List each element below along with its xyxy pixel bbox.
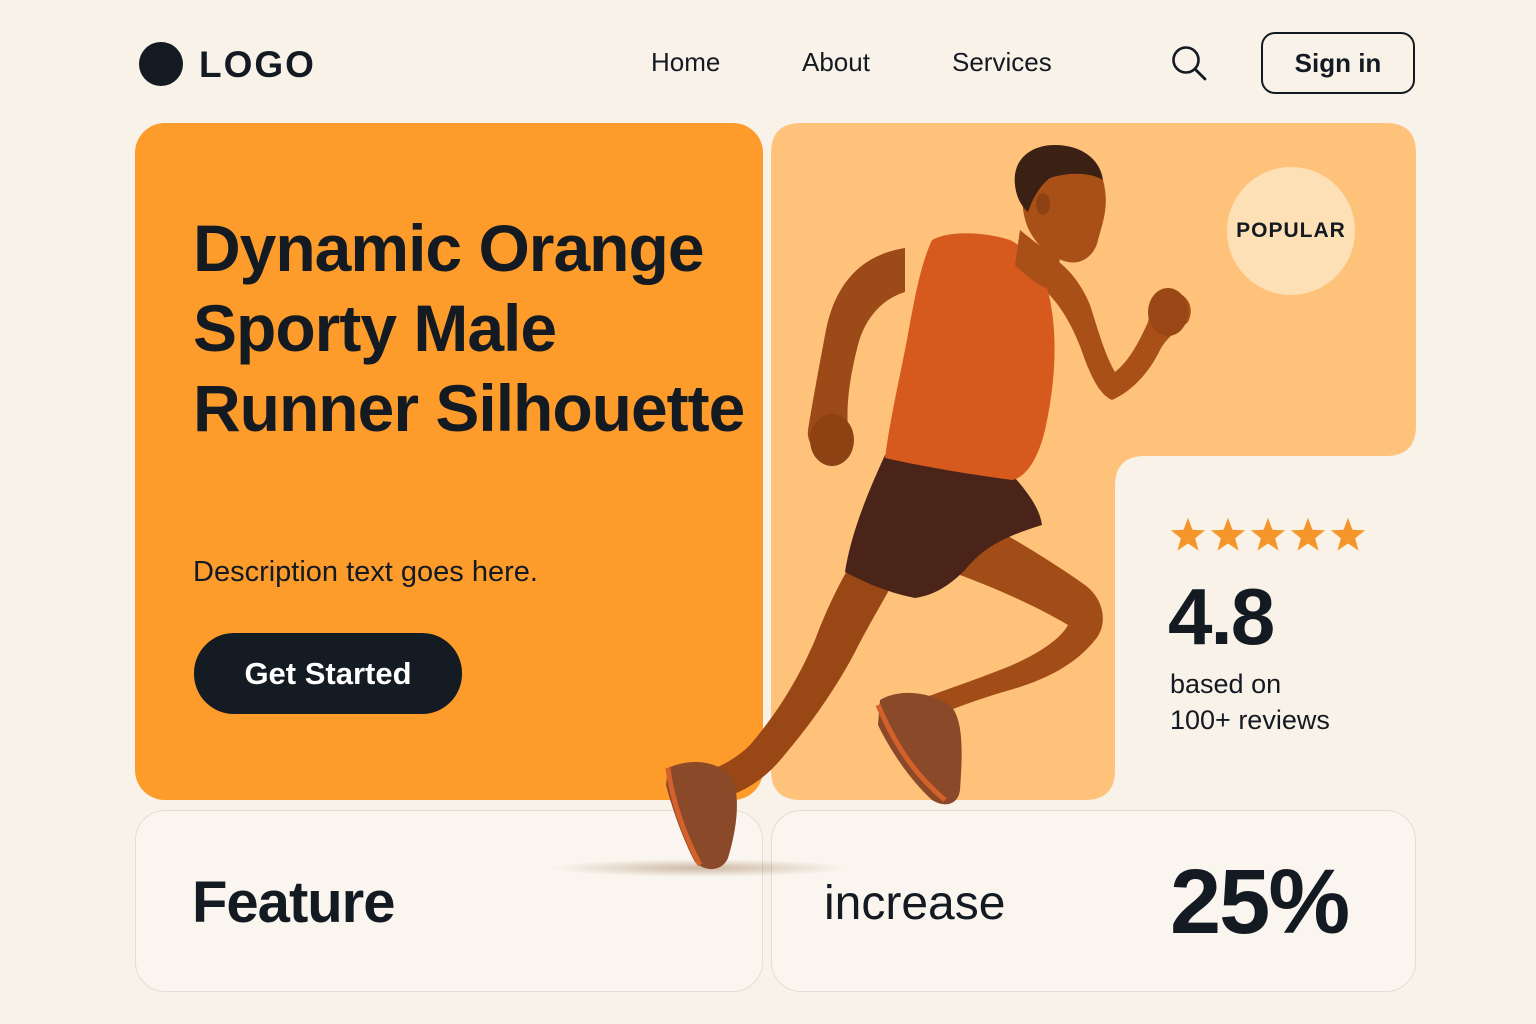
stat-value: 25% xyxy=(1170,851,1350,953)
get-started-button[interactable]: Get Started xyxy=(194,633,462,714)
star-icon xyxy=(1290,517,1326,551)
star-icon xyxy=(1170,517,1206,551)
star-icon xyxy=(1210,517,1246,551)
star-icon xyxy=(1330,517,1366,551)
stat-label: increase xyxy=(824,877,1006,930)
feature-label: Feature xyxy=(192,870,396,935)
sign-in-button[interactable]: Sign in xyxy=(1261,32,1415,94)
nav-services-link[interactable]: Services xyxy=(952,44,1052,80)
star-icon xyxy=(1250,517,1286,551)
nav-about-link[interactable]: About xyxy=(802,44,870,80)
logo-text[interactable]: LOGO xyxy=(199,44,316,86)
search-icon[interactable] xyxy=(1170,44,1208,82)
rating-review-count: 100+ reviews xyxy=(1170,705,1330,735)
hero-title: Dynamic Orange Sporty Male Runner Silhou… xyxy=(193,211,745,445)
nav-home-link[interactable]: Home xyxy=(651,44,720,80)
popular-badge: POPULAR xyxy=(1227,167,1355,295)
rating-caption: based on xyxy=(1170,669,1282,699)
rating-stars xyxy=(1169,516,1369,558)
logo-mark[interactable] xyxy=(139,42,183,86)
rating-value: 4.8 xyxy=(1168,572,1275,661)
hero-description: Description text goes here. xyxy=(193,556,538,588)
